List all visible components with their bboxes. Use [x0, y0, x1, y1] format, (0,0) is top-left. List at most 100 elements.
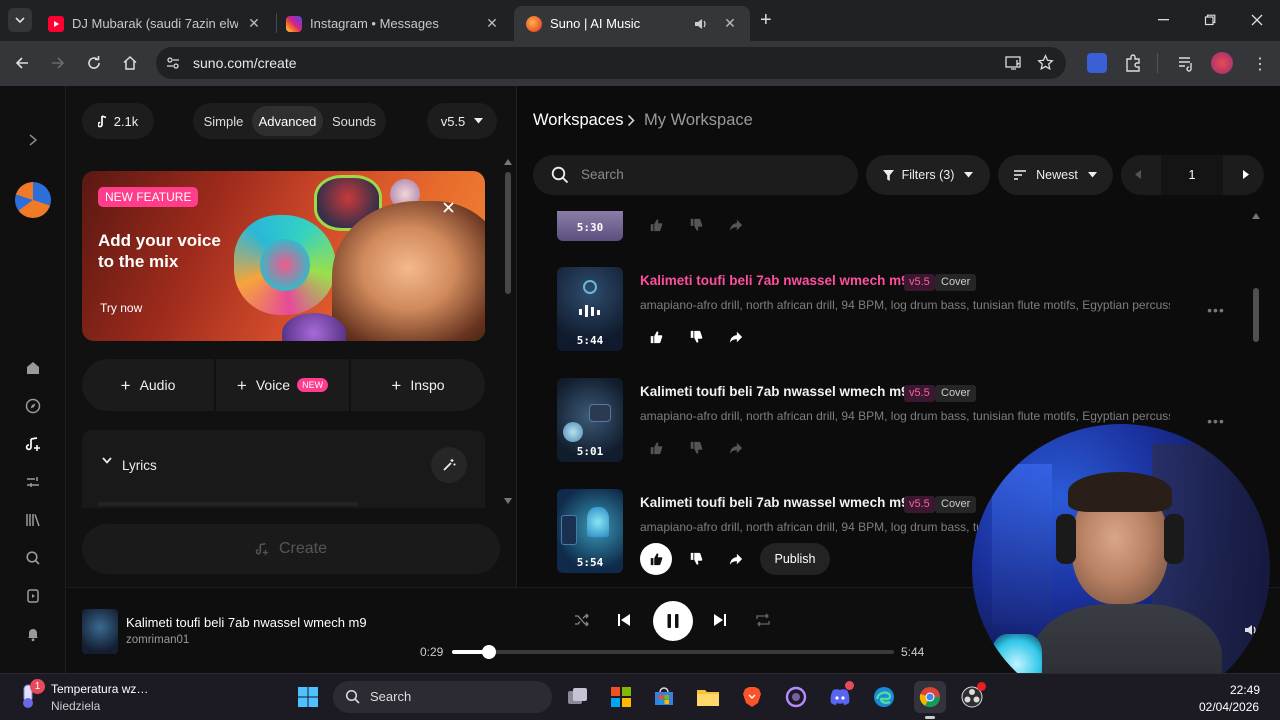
back-button[interactable]	[11, 52, 33, 74]
restore-button[interactable]	[1198, 8, 1222, 32]
mode-advanced[interactable]: Advanced	[252, 106, 323, 136]
like-button[interactable]	[640, 209, 672, 241]
song-title[interactable]: Kalimeti toufi beli 7ab nwassel wmech m9	[640, 495, 909, 510]
minimize-button[interactable]	[1152, 8, 1176, 32]
pause-button[interactable]	[653, 601, 693, 641]
tab-instagram[interactable]: Instagram • Messages ✕	[274, 6, 512, 41]
bookmark-star-icon[interactable]	[1037, 54, 1054, 71]
scroll-down-arrow[interactable]	[504, 498, 512, 506]
publish-button[interactable]: Publish	[760, 543, 830, 575]
profile-avatar[interactable]	[1211, 52, 1233, 74]
mode-simple[interactable]: Simple	[196, 106, 251, 136]
song-thumbnail[interactable]: 5:01	[557, 378, 623, 462]
close-tab-icon[interactable]: ✕	[246, 15, 262, 32]
shuffle-icon[interactable]	[574, 612, 590, 628]
site-info-icon[interactable]	[165, 55, 181, 71]
media-controls-icon[interactable]	[1176, 53, 1196, 73]
add-voice-button[interactable]: + Voice NEW	[216, 359, 349, 411]
chrome-browser-icon[interactable]	[914, 681, 946, 713]
share-button[interactable]	[720, 432, 752, 464]
next-page-icon[interactable]	[1243, 170, 1249, 179]
hooks-icon[interactable]	[22, 585, 44, 607]
prev-page-icon[interactable]	[1135, 170, 1141, 179]
taskbar-search[interactable]: Search	[333, 681, 552, 713]
breadcrumb-workspaces[interactable]: Workspaces	[533, 111, 623, 130]
search-input[interactable]: Search	[533, 155, 858, 195]
song-row[interactable]: 5:44 Kalimeti toufi beli 7ab nwassel wme…	[557, 267, 1257, 355]
magic-wand-button[interactable]	[431, 447, 467, 483]
reload-button[interactable]	[83, 52, 105, 74]
forward-button[interactable]	[47, 52, 69, 74]
brave-browser-icon[interactable]	[738, 683, 766, 711]
page-number[interactable]: 1	[1161, 155, 1223, 195]
library-icon[interactable]	[22, 509, 44, 531]
weather-title[interactable]: Temperatura wz…	[51, 682, 148, 696]
like-button[interactable]	[640, 432, 672, 464]
lyrics-input-faded[interactable]	[98, 502, 358, 506]
now-playing-title[interactable]: Kalimeti toufi beli 7ab nwassel wmech m9	[126, 615, 367, 630]
user-avatar[interactable]	[15, 182, 51, 218]
create-scrollbar-thumb[interactable]	[505, 172, 511, 294]
new-tab-button[interactable]: +	[760, 9, 772, 32]
chevron-down-icon[interactable]	[102, 457, 112, 464]
task-view-icon[interactable]	[564, 683, 592, 711]
file-explorer-icon[interactable]	[694, 683, 722, 711]
microsoft-store-icon[interactable]	[650, 683, 678, 711]
try-now-link[interactable]: Try now	[100, 301, 142, 316]
clock-time[interactable]: 22:49	[1230, 683, 1260, 697]
song-title[interactable]: Kalimeti toufi beli 7ab nwassel wmech m9	[640, 273, 909, 288]
tab-search-button[interactable]	[8, 8, 32, 32]
chat-app-icon[interactable]	[782, 683, 810, 711]
dislike-button[interactable]	[680, 543, 712, 575]
browser-menu-icon[interactable]: ⋮	[1252, 54, 1268, 74]
create-music-icon[interactable]	[22, 433, 44, 455]
scroll-up-arrow[interactable]	[1252, 213, 1260, 219]
create-button[interactable]: Create	[82, 524, 500, 574]
explore-compass-icon[interactable]	[22, 395, 44, 417]
like-button[interactable]	[640, 543, 672, 575]
notifications-bell-icon[interactable]	[22, 623, 44, 645]
home-button[interactable]	[119, 52, 141, 74]
close-tab-icon[interactable]: ✕	[722, 15, 738, 32]
next-track-icon[interactable]	[712, 612, 728, 628]
song-thumbnail[interactable]: 5:44	[557, 267, 623, 351]
install-app-icon[interactable]	[1005, 55, 1023, 71]
model-selector[interactable]: v5.5	[427, 103, 497, 139]
lyrics-label[interactable]: Lyrics	[122, 458, 157, 473]
home-icon[interactable]	[22, 357, 44, 379]
windows-start-icon[interactable]	[294, 683, 322, 711]
add-audio-button[interactable]: + Audio	[82, 359, 214, 411]
tab-youtube[interactable]: DJ Mubarak (saudi 7azin elwat… ✕	[36, 6, 274, 41]
widgets-app-icon[interactable]	[607, 683, 635, 711]
previous-track-icon[interactable]	[616, 612, 632, 628]
credits-pill[interactable]: 2.1k	[82, 103, 154, 139]
like-button[interactable]	[640, 321, 672, 353]
close-banner-icon[interactable]	[440, 199, 456, 215]
volume-icon[interactable]	[1244, 623, 1258, 637]
share-button[interactable]	[720, 209, 752, 241]
extensions-puzzle-icon[interactable]	[1123, 53, 1143, 73]
more-options-icon[interactable]: •••	[1204, 409, 1228, 433]
share-button[interactable]	[720, 321, 752, 353]
song-title[interactable]: Kalimeti toufi beli 7ab nwassel wmech m9	[640, 384, 909, 399]
now-playing-thumbnail[interactable]	[82, 609, 118, 654]
new-feature-banner[interactable]: NEW FEATURE Add your voice to the mix Tr…	[82, 171, 485, 341]
tab-suno[interactable]: Suno | AI Music ✕	[514, 6, 750, 41]
now-playing-artist[interactable]: zomriman01	[126, 634, 189, 646]
dislike-button[interactable]	[680, 209, 712, 241]
filters-button[interactable]: Filters (3)	[866, 155, 990, 195]
repeat-icon[interactable]	[755, 612, 771, 628]
edge-browser-icon[interactable]	[870, 683, 898, 711]
close-tab-icon[interactable]: ✕	[484, 15, 500, 32]
share-button[interactable]	[720, 543, 752, 575]
dislike-button[interactable]	[680, 432, 712, 464]
mode-sounds[interactable]: Sounds	[325, 106, 383, 136]
song-thumbnail[interactable]: 5:30	[557, 211, 623, 241]
clock-date[interactable]: 02/04/2026	[1199, 700, 1259, 714]
close-window-button[interactable]	[1245, 8, 1269, 32]
sort-button[interactable]: Newest	[998, 155, 1113, 195]
dislike-button[interactable]	[680, 321, 712, 353]
expand-sidebar-icon[interactable]	[22, 129, 44, 151]
song-thumbnail[interactable]: 5:54	[557, 489, 623, 573]
studio-icon[interactable]	[22, 471, 44, 493]
